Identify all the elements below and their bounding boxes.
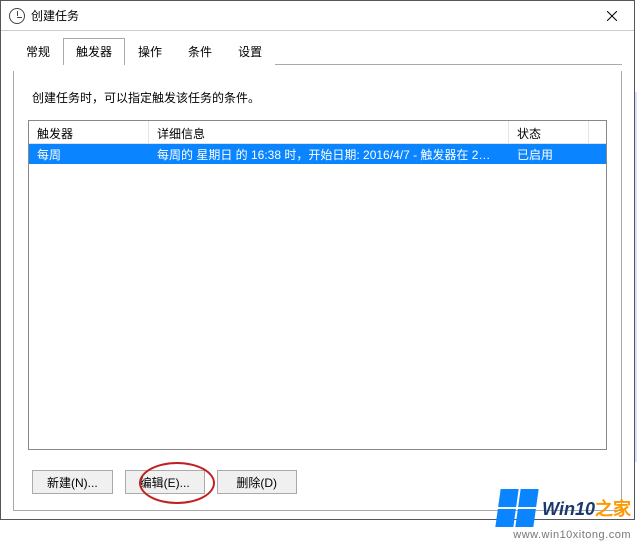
window-title: 创建任务 xyxy=(31,7,589,24)
col-header-detail[interactable]: 详细信息 xyxy=(149,121,509,143)
listview-header: 触发器 详细信息 状态 xyxy=(29,121,606,144)
edit-button[interactable]: 编辑(E)... xyxy=(125,470,205,494)
trigger-listview[interactable]: 触发器 详细信息 状态 每周 每周的 星期日 的 16:38 时，开始日期: 2… xyxy=(28,120,607,450)
tab-conditions[interactable]: 条件 xyxy=(175,38,225,65)
col-header-trigger[interactable]: 触发器 xyxy=(29,121,149,143)
tab-strip: 常规 触发器 操作 条件 设置 xyxy=(13,37,622,65)
new-button[interactable]: 新建(N)... xyxy=(32,470,113,494)
col-header-status[interactable]: 状态 xyxy=(509,121,589,143)
cell-detail: 每周的 星期日 的 16:38 时，开始日期: 2016/4/7 - 触发器在 … xyxy=(149,144,509,165)
tab-actions[interactable]: 操作 xyxy=(125,38,175,65)
table-row[interactable]: 每周 每周的 星期日 的 16:38 时，开始日期: 2016/4/7 - 触发… xyxy=(29,144,606,164)
instruction-text: 创建任务时，可以指定触发该任务的条件。 xyxy=(32,89,607,106)
dialog-body: 常规 触发器 操作 条件 设置 创建任务时，可以指定触发该任务的条件。 触发器 … xyxy=(1,31,634,523)
watermark-url: www.win10xitong.com xyxy=(498,529,631,541)
dialog-window: 创建任务 常规 触发器 操作 条件 设置 创建任务时，可以指定触发该任务的条件。… xyxy=(0,0,635,520)
close-button[interactable] xyxy=(589,1,634,31)
close-icon xyxy=(607,11,617,21)
tab-general[interactable]: 常规 xyxy=(13,38,63,65)
tab-settings[interactable]: 设置 xyxy=(225,38,275,65)
cell-status: 已启用 xyxy=(509,144,589,165)
button-row: 新建(N)... 编辑(E)... 删除(D) xyxy=(32,470,297,494)
clock-icon xyxy=(9,8,25,24)
tab-triggers[interactable]: 触发器 xyxy=(63,38,125,65)
titlebar: 创建任务 xyxy=(1,1,634,31)
cell-trigger: 每周 xyxy=(29,144,149,165)
delete-button[interactable]: 删除(D) xyxy=(217,470,297,494)
tab-content-triggers: 创建任务时，可以指定触发该任务的条件。 触发器 详细信息 状态 每周 每周的 星… xyxy=(13,71,622,511)
